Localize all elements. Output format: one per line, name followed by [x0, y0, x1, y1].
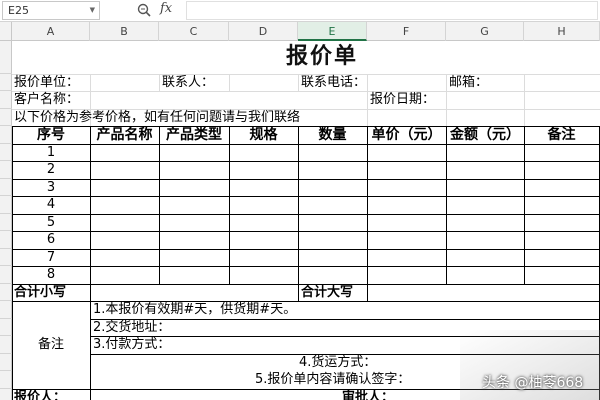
table-row-index: 6 [46, 232, 56, 247]
email-label: 邮箱： [449, 75, 489, 90]
table-header-remark: 备注 [547, 127, 576, 143]
table-header-spec: 规格 [249, 127, 278, 143]
table-header-amount: 金额（元） [450, 127, 520, 143]
column-header: A B C D E F G H [0, 22, 600, 41]
table-row-index: 3 [46, 180, 56, 195]
watermark-text: 头条 @柚苓668 [482, 375, 584, 391]
date-label: 报价日期： [370, 92, 436, 107]
remark-line: 1.本报价有效期#天，供货期#天。 [93, 302, 297, 317]
table-row-index: 4 [46, 197, 56, 212]
fx-icon[interactable]: fx [160, 1, 172, 16]
table-row-index: 7 [46, 250, 56, 265]
column-header-c[interactable]: C [159, 22, 229, 41]
column-header-d[interactable]: D [229, 22, 298, 41]
remark-line: 4.货运方式： [299, 355, 377, 370]
note-line: 以下价格为参考价格，如有任何问题请与我们联络 [14, 110, 301, 125]
column-header-e[interactable]: E [298, 22, 367, 41]
phone-label: 联系电话： [301, 75, 367, 90]
name-box[interactable]: E25 ▼ [2, 1, 100, 20]
table-header-quantity: 数量 [318, 127, 347, 143]
quoter-label: 报价人： [14, 390, 67, 400]
name-box-value: E25 [8, 4, 29, 17]
customer-label: 客户名称： [14, 92, 80, 107]
column-header-h[interactable]: H [524, 22, 600, 41]
row-header[interactable] [0, 41, 12, 400]
zoom-icon[interactable] [136, 2, 152, 18]
chevron-down-icon[interactable]: ▼ [90, 2, 95, 19]
contact-label: 联系人： [162, 75, 215, 90]
column-header-f[interactable]: F [367, 22, 446, 41]
column-header-b[interactable]: B [90, 22, 159, 41]
approver-label: 审批人： [342, 390, 395, 400]
remark-line: 5.报价单内容请确认签字： [255, 372, 411, 387]
table-row-index: 1 [46, 145, 56, 160]
page-title: 报价单 [285, 44, 358, 69]
remark-line: 2.交货地址： [93, 320, 171, 335]
supplier-label: 报价单位： [14, 75, 80, 90]
remark-line: 3.付款方式： [93, 337, 171, 352]
formula-bar: E25 ▼ fx [0, 0, 600, 22]
table-header-index: 序号 [37, 127, 65, 143]
formula-input[interactable] [186, 1, 598, 20]
total-lowercase-label: 合计小写 [14, 285, 67, 300]
table-header-product-name: 产品名称 [96, 127, 153, 143]
table-row-index: 5 [46, 215, 56, 230]
column-header-a[interactable]: A [12, 22, 90, 41]
column-header-g[interactable]: G [446, 22, 524, 41]
table-header-product-type: 产品类型 [166, 127, 222, 143]
table-row-index: 2 [46, 162, 56, 177]
total-uppercase-label: 合计大写 [301, 285, 354, 300]
select-all-corner[interactable] [0, 22, 12, 41]
table-row-index: 8 [46, 267, 56, 282]
table-header-unit-price: 单价（元） [371, 127, 442, 143]
remarks-label: 备注 [37, 337, 64, 352]
